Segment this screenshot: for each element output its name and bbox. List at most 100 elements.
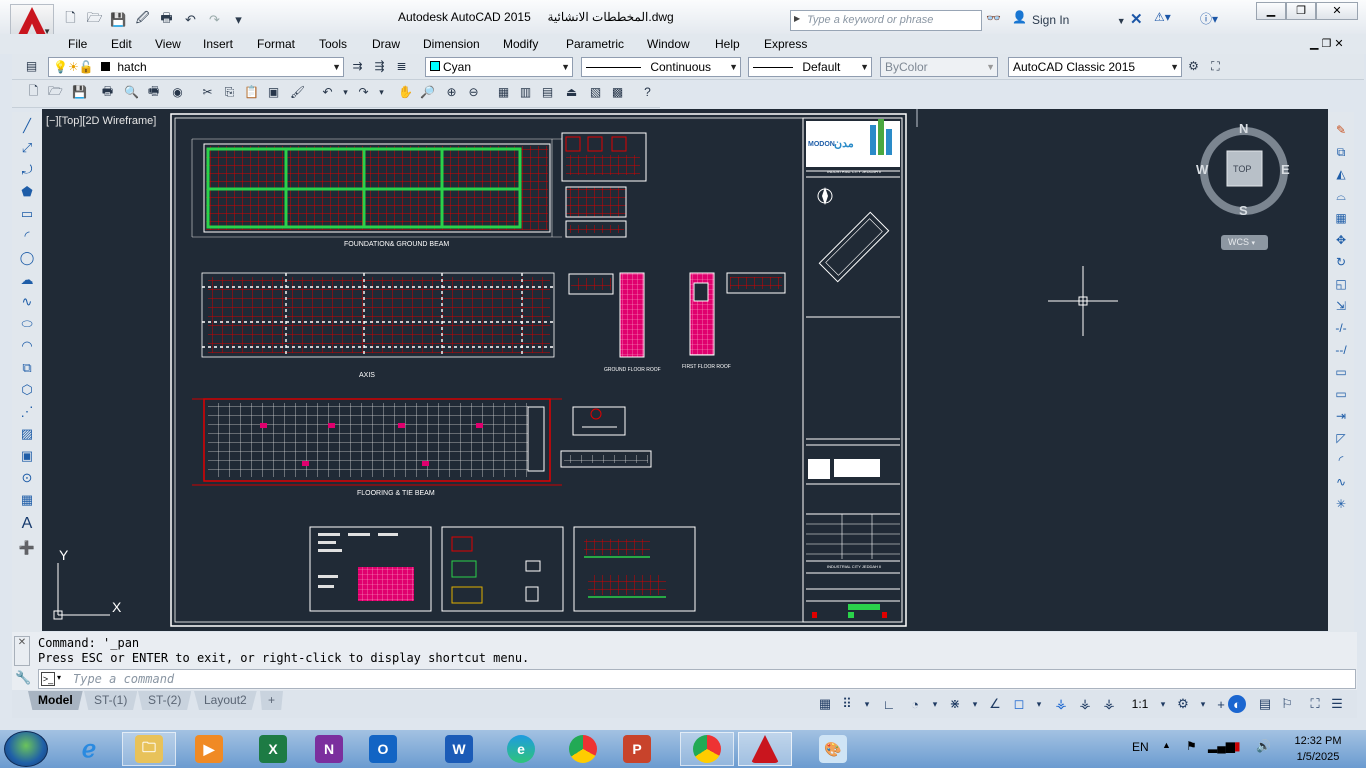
grid-icon[interactable]: ▦ <box>814 693 836 715</box>
taskbar-autocad[interactable] <box>738 732 792 766</box>
3d-print-icon[interactable]: ◉ <box>168 83 187 101</box>
redo-icon[interactable]: ↷ <box>354 83 373 101</box>
menu-express[interactable]: Express <box>764 37 807 51</box>
erase-icon[interactable]: ✎ <box>1331 120 1351 140</box>
annotation-visibility-icon[interactable]: ⚶ <box>1050 693 1072 715</box>
menu-format[interactable]: Format <box>257 37 295 51</box>
close-button[interactable]: ✕ <box>1316 2 1358 20</box>
layer-previous-icon[interactable]: ⇶ <box>370 57 389 75</box>
undo-list-icon[interactable]: ▾ <box>336 83 355 101</box>
recent-commands-icon[interactable]: ▾ <box>57 673 61 682</box>
binoculars-icon[interactable]: 👓 <box>986 11 1001 25</box>
status-menu-icon[interactable]: ☰ <box>1326 693 1348 715</box>
save-icon[interactable]: 💾 <box>108 10 129 30</box>
taskbar-onenote[interactable]: N <box>302 732 356 766</box>
command-input[interactable]: >_ ▾ Type a command <box>38 669 1356 689</box>
multiline-text-icon[interactable]: A <box>17 514 37 534</box>
menu-help[interactable]: Help <box>715 37 740 51</box>
object-snap-icon[interactable]: ◻ <box>1008 693 1030 715</box>
iso-dropdown-icon[interactable]: ▾ <box>964 693 986 715</box>
ellipse-arc-icon[interactable]: ◠ <box>17 336 37 356</box>
hardware-acceleration-icon[interactable]: ▤ <box>1254 693 1276 715</box>
clean-screen-icon[interactable]: ⚐ <box>1276 693 1298 715</box>
plot-preview-icon[interactable]: 🔍 <box>122 83 141 101</box>
stretch-icon[interactable]: ⇲ <box>1331 296 1351 316</box>
isodraft-icon[interactable]: ⋇ <box>944 693 966 715</box>
show-hidden-icons[interactable]: ▲ <box>1162 740 1171 750</box>
new-icon[interactable]: 🗋 <box>60 10 81 30</box>
redo-list-icon[interactable]: ▾ <box>372 83 391 101</box>
match-properties-icon[interactable]: 🖌 <box>288 83 307 101</box>
layer-dropdown[interactable]: 💡☀🔓 hatch ▼ <box>48 57 344 77</box>
taskbar-chrome[interactable] <box>556 732 610 766</box>
zoom-realtime-icon[interactable]: 🔎 <box>418 83 437 101</box>
viewcube-east[interactable]: E <box>1281 162 1290 177</box>
paste-block-icon[interactable]: ▣ <box>264 83 283 101</box>
color-dropdown[interactable]: Cyan ▼ <box>425 57 573 77</box>
volume-icon[interactable]: 🔊 <box>1256 739 1271 753</box>
object-snap-tracking-icon[interactable]: ∠ <box>984 693 1006 715</box>
wrench-icon[interactable]: 🔧 <box>15 670 31 686</box>
search-input[interactable]: ▶ Type a keyword or phrase <box>790 10 982 31</box>
markup-icon[interactable]: ▧ <box>586 83 605 101</box>
menu-window[interactable]: Window <box>647 37 690 51</box>
doc-window-controls[interactable]: ▁ ❐ ✕ <box>1310 37 1344 50</box>
start-button[interactable] <box>4 731 48 767</box>
action-center-flag-icon[interactable]: ⚑ <box>1186 739 1197 753</box>
menu-modify[interactable]: Modify <box>503 37 538 51</box>
plot-icon[interactable]: 🖶 <box>98 83 117 101</box>
snap-dropdown-icon[interactable]: ▾ <box>856 693 878 715</box>
break-icon[interactable]: ▭ <box>1331 384 1351 404</box>
menu-draw[interactable]: Draw <box>372 37 400 51</box>
viewcube-north[interactable]: N <box>1239 121 1248 136</box>
viewcube-south[interactable]: S <box>1239 203 1248 218</box>
fullscreen-icon[interactable]: ⛶ <box>1206 57 1225 75</box>
zoom-previous-icon[interactable]: ⊖ <box>464 83 483 101</box>
menu-view[interactable]: View <box>155 37 181 51</box>
redo-icon[interactable]: ↷ <box>204 10 225 30</box>
menu-file[interactable]: File <box>68 37 87 51</box>
plot-icon[interactable]: 🖶 <box>156 10 177 30</box>
linetype-dropdown[interactable]: Continuous ▼ <box>581 57 741 77</box>
application-menu-button[interactable]: ▼ <box>10 4 54 38</box>
viewcube-top-face[interactable]: TOP <box>1233 164 1251 174</box>
gear-icon[interactable]: ⚙ <box>1184 57 1203 75</box>
polar-dropdown-icon[interactable]: ▾ <box>924 693 946 715</box>
join-icon[interactable]: ⇥ <box>1331 406 1351 426</box>
circle-icon[interactable]: ◯ <box>17 248 37 268</box>
taskbar-outlook[interactable]: O <box>356 732 410 766</box>
save-icon[interactable]: 💾 <box>70 83 89 101</box>
cut-icon[interactable]: ✂ <box>198 83 217 101</box>
blend-curves-icon[interactable]: ∿ <box>1331 472 1351 492</box>
sheet-set-icon[interactable]: ⏏ <box>562 83 581 101</box>
pan-icon[interactable]: ✋ <box>396 83 415 101</box>
restore-button[interactable]: ❐ <box>1286 2 1316 20</box>
break-at-point-icon[interactable]: ▭ <box>1331 362 1351 382</box>
help-icon[interactable]: ? <box>638 83 657 101</box>
menu-tools[interactable]: Tools <box>319 37 347 51</box>
customize-chevron-icon[interactable]: ▾ <box>228 10 249 30</box>
trim-icon[interactable]: -/- <box>1331 318 1351 338</box>
save-as-icon[interactable]: 🖉 <box>132 10 153 30</box>
undo-icon[interactable]: ↶ <box>318 83 337 101</box>
calculator-icon[interactable]: ▩ <box>608 83 627 101</box>
menu-insert[interactable]: Insert <box>203 37 233 51</box>
layer-manager-icon[interactable]: ▤ <box>22 57 41 75</box>
hatch-icon[interactable]: ▨ <box>17 424 37 444</box>
polar-icon[interactable]: ◔ <box>904 693 926 715</box>
workspace-switch-icon[interactable]: ⚙ <box>1172 693 1194 715</box>
extend-icon[interactable]: --/ <box>1331 340 1351 360</box>
mirror-icon[interactable]: ◭ <box>1331 164 1351 184</box>
menu-edit[interactable]: Edit <box>111 37 132 51</box>
viewcube-west[interactable]: W <box>1196 162 1208 177</box>
move-icon[interactable]: ✥ <box>1331 230 1351 250</box>
polygon-icon[interactable]: ⬟ <box>17 182 37 202</box>
taskbar-media-player[interactable]: ▶ <box>182 732 236 766</box>
polyline-icon[interactable]: ⤾ <box>17 160 37 180</box>
rotate-icon[interactable]: ↻ <box>1331 252 1351 272</box>
add-layout-button[interactable]: + <box>260 691 284 710</box>
paste-icon[interactable]: 📋 <box>242 83 261 101</box>
properties-icon[interactable]: ▦ <box>494 83 513 101</box>
revision-cloud-icon[interactable]: ☁ <box>17 270 37 290</box>
menu-parametric[interactable]: Parametric <box>566 37 624 51</box>
